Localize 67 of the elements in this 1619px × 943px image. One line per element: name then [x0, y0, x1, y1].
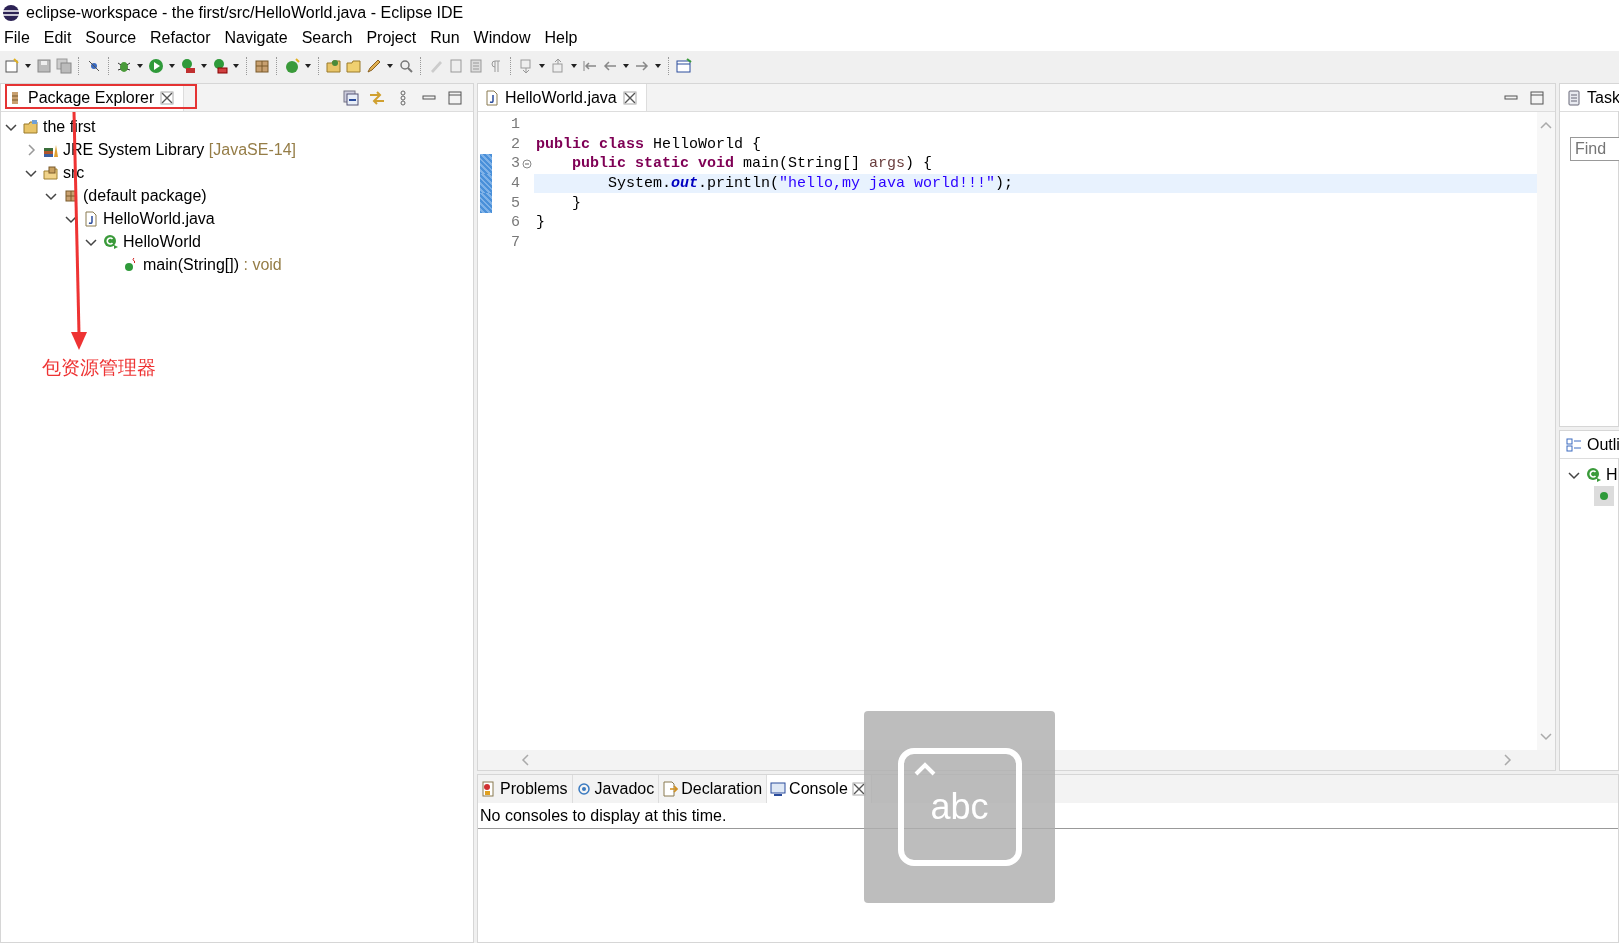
menu-item[interactable]: Edit [39, 29, 78, 47]
task-list-icon [1566, 89, 1582, 106]
outline-item[interactable] [1594, 486, 1614, 506]
code-line: public static void main(String[] args) { [571, 155, 933, 173]
window-title: eclipse-workspace - the first/src/HelloWorld.java - Eclipse IDE [26, 3, 464, 22]
code-line: System.out.println("hello,my java world!!!"); [607, 175, 1014, 193]
menu-item[interactable]: Navigate [220, 29, 294, 47]
open-folder-icon [326, 58, 342, 74]
caret-up-icon [913, 762, 936, 776]
line-number: 3 [510, 155, 520, 173]
run-coverage-icon[interactable] [180, 58, 196, 74]
menu-item[interactable]: Run [426, 29, 466, 47]
fold-icon[interactable] [522, 159, 532, 169]
tree-item[interactable]: HelloWorld [123, 232, 201, 251]
search-icon [398, 58, 414, 74]
tree-item[interactable]: main(String[]) : void [143, 255, 282, 274]
declaration-icon[interactable] [662, 781, 679, 797]
close-icon[interactable] [850, 781, 867, 797]
line-number: 4 [510, 175, 520, 193]
menu-item[interactable]: Help [540, 29, 584, 47]
annotation-label: 包资源管理器 [42, 355, 156, 380]
outline-tab[interactable]: Outli [1560, 431, 1619, 458]
line-number: 1 [510, 116, 520, 134]
pencil-icon[interactable] [366, 58, 382, 74]
find-field[interactable]: Find [1570, 137, 1619, 161]
java-file-icon [83, 210, 99, 227]
tree-item[interactable]: (default package) [83, 186, 207, 205]
java-file-icon [484, 89, 500, 106]
last-edit-icon [582, 58, 598, 74]
problems-icon[interactable] [481, 781, 497, 797]
line-number: 7 [510, 233, 520, 251]
block-icon [468, 58, 484, 74]
project-folder-icon [23, 118, 39, 135]
folder-icon [346, 58, 362, 74]
menu-item[interactable]: Window [469, 29, 537, 47]
run-icon[interactable] [148, 58, 164, 74]
line-number: 6 [510, 214, 520, 232]
document-icon [448, 58, 464, 74]
maximize-icon[interactable] [1529, 89, 1545, 106]
menu-item[interactable]: Source [81, 29, 143, 47]
line-number: 5 [510, 194, 520, 212]
collapse-all-icon[interactable] [343, 89, 359, 106]
outline-icon [1566, 436, 1582, 453]
perspective-icon [676, 58, 692, 74]
package-icon [254, 58, 270, 74]
menu-item[interactable]: Project [362, 29, 423, 47]
menu-item[interactable]: Refactor [146, 29, 217, 47]
package-folder-icon [43, 164, 59, 181]
save-all-icon [56, 58, 72, 74]
tree-item[interactable]: HelloWorld.java [103, 209, 215, 228]
menu-item[interactable]: File [0, 29, 36, 47]
save-icon [36, 58, 52, 74]
maximize-icon[interactable] [447, 89, 463, 106]
code-line: } [571, 194, 581, 212]
external-tool-icon[interactable] [212, 58, 228, 74]
close-icon[interactable] [159, 89, 176, 106]
code-line: public class HelloWorld { [536, 135, 762, 153]
class-icon [1586, 466, 1602, 483]
code-line: } [536, 214, 545, 232]
close-icon[interactable] [621, 89, 638, 106]
line-number: 2 [510, 135, 520, 153]
monitor-icon[interactable] [770, 781, 787, 797]
input-mode-label: abc [930, 786, 989, 828]
tree-item[interactable]: H [1606, 465, 1618, 484]
class-icon [103, 233, 119, 250]
editor-tab[interactable]: HelloWorld.java [478, 84, 647, 111]
menu-item[interactable]: Search [297, 29, 359, 47]
